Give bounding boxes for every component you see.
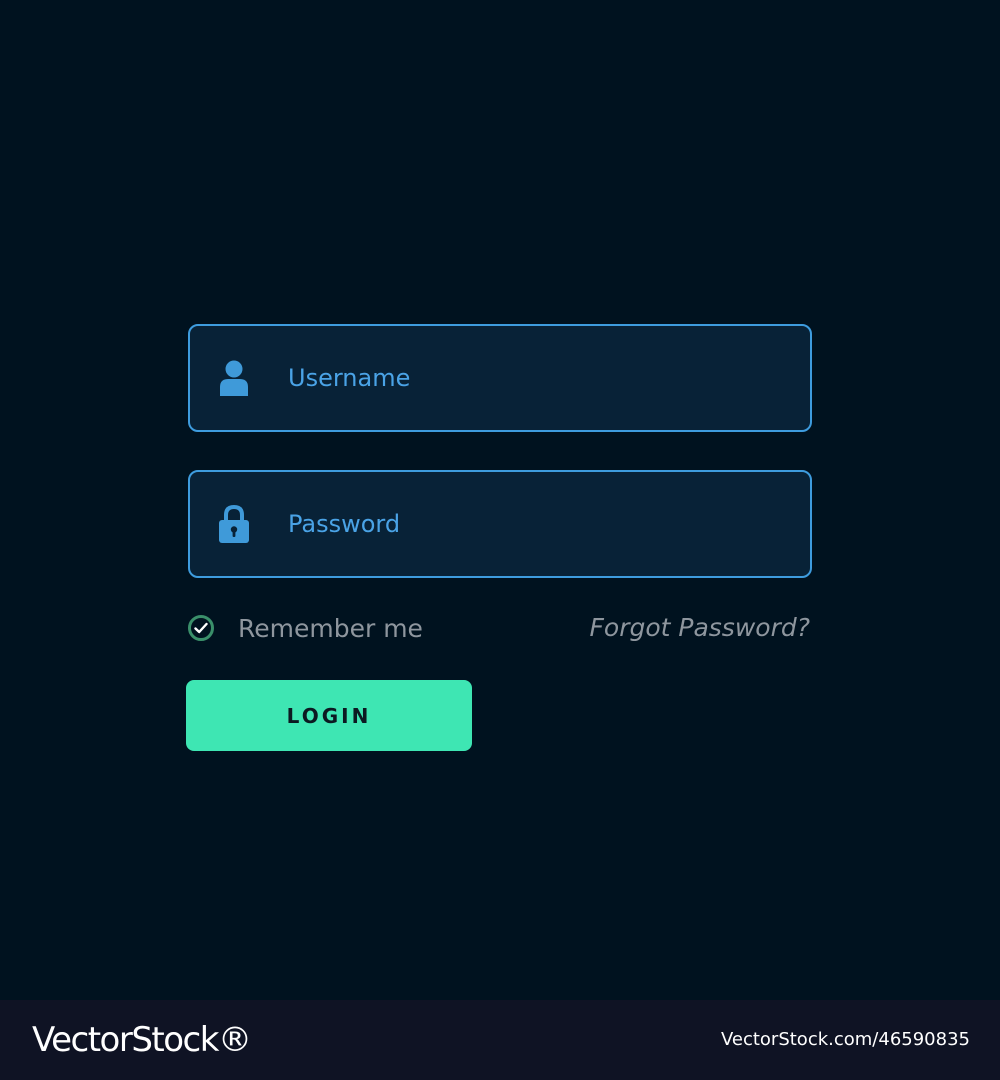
username-field-container[interactable] <box>188 324 812 432</box>
remember-me-label: Remember me <box>238 613 423 643</box>
password-field-container[interactable] <box>188 470 812 578</box>
watermark-id: VectorStock.com/46590835 <box>720 1029 970 1050</box>
username-input[interactable] <box>288 326 788 430</box>
forgot-password-link[interactable]: Forgot Password? <box>590 612 810 644</box>
watermark-bar: VectorStock® VectorStock.com/46590835 <box>0 1000 1000 1080</box>
check-icon[interactable] <box>188 615 214 641</box>
watermark-logo: VectorStock® <box>32 1020 252 1060</box>
login-button[interactable]: LOGIN <box>186 680 472 751</box>
lock-icon <box>218 504 250 544</box>
remember-me-checkbox[interactable]: Remember me <box>188 612 423 644</box>
password-input[interactable] <box>288 472 788 576</box>
user-icon <box>218 358 250 398</box>
login-page: Remember me Forgot Password? LOGIN <box>0 0 1000 1000</box>
